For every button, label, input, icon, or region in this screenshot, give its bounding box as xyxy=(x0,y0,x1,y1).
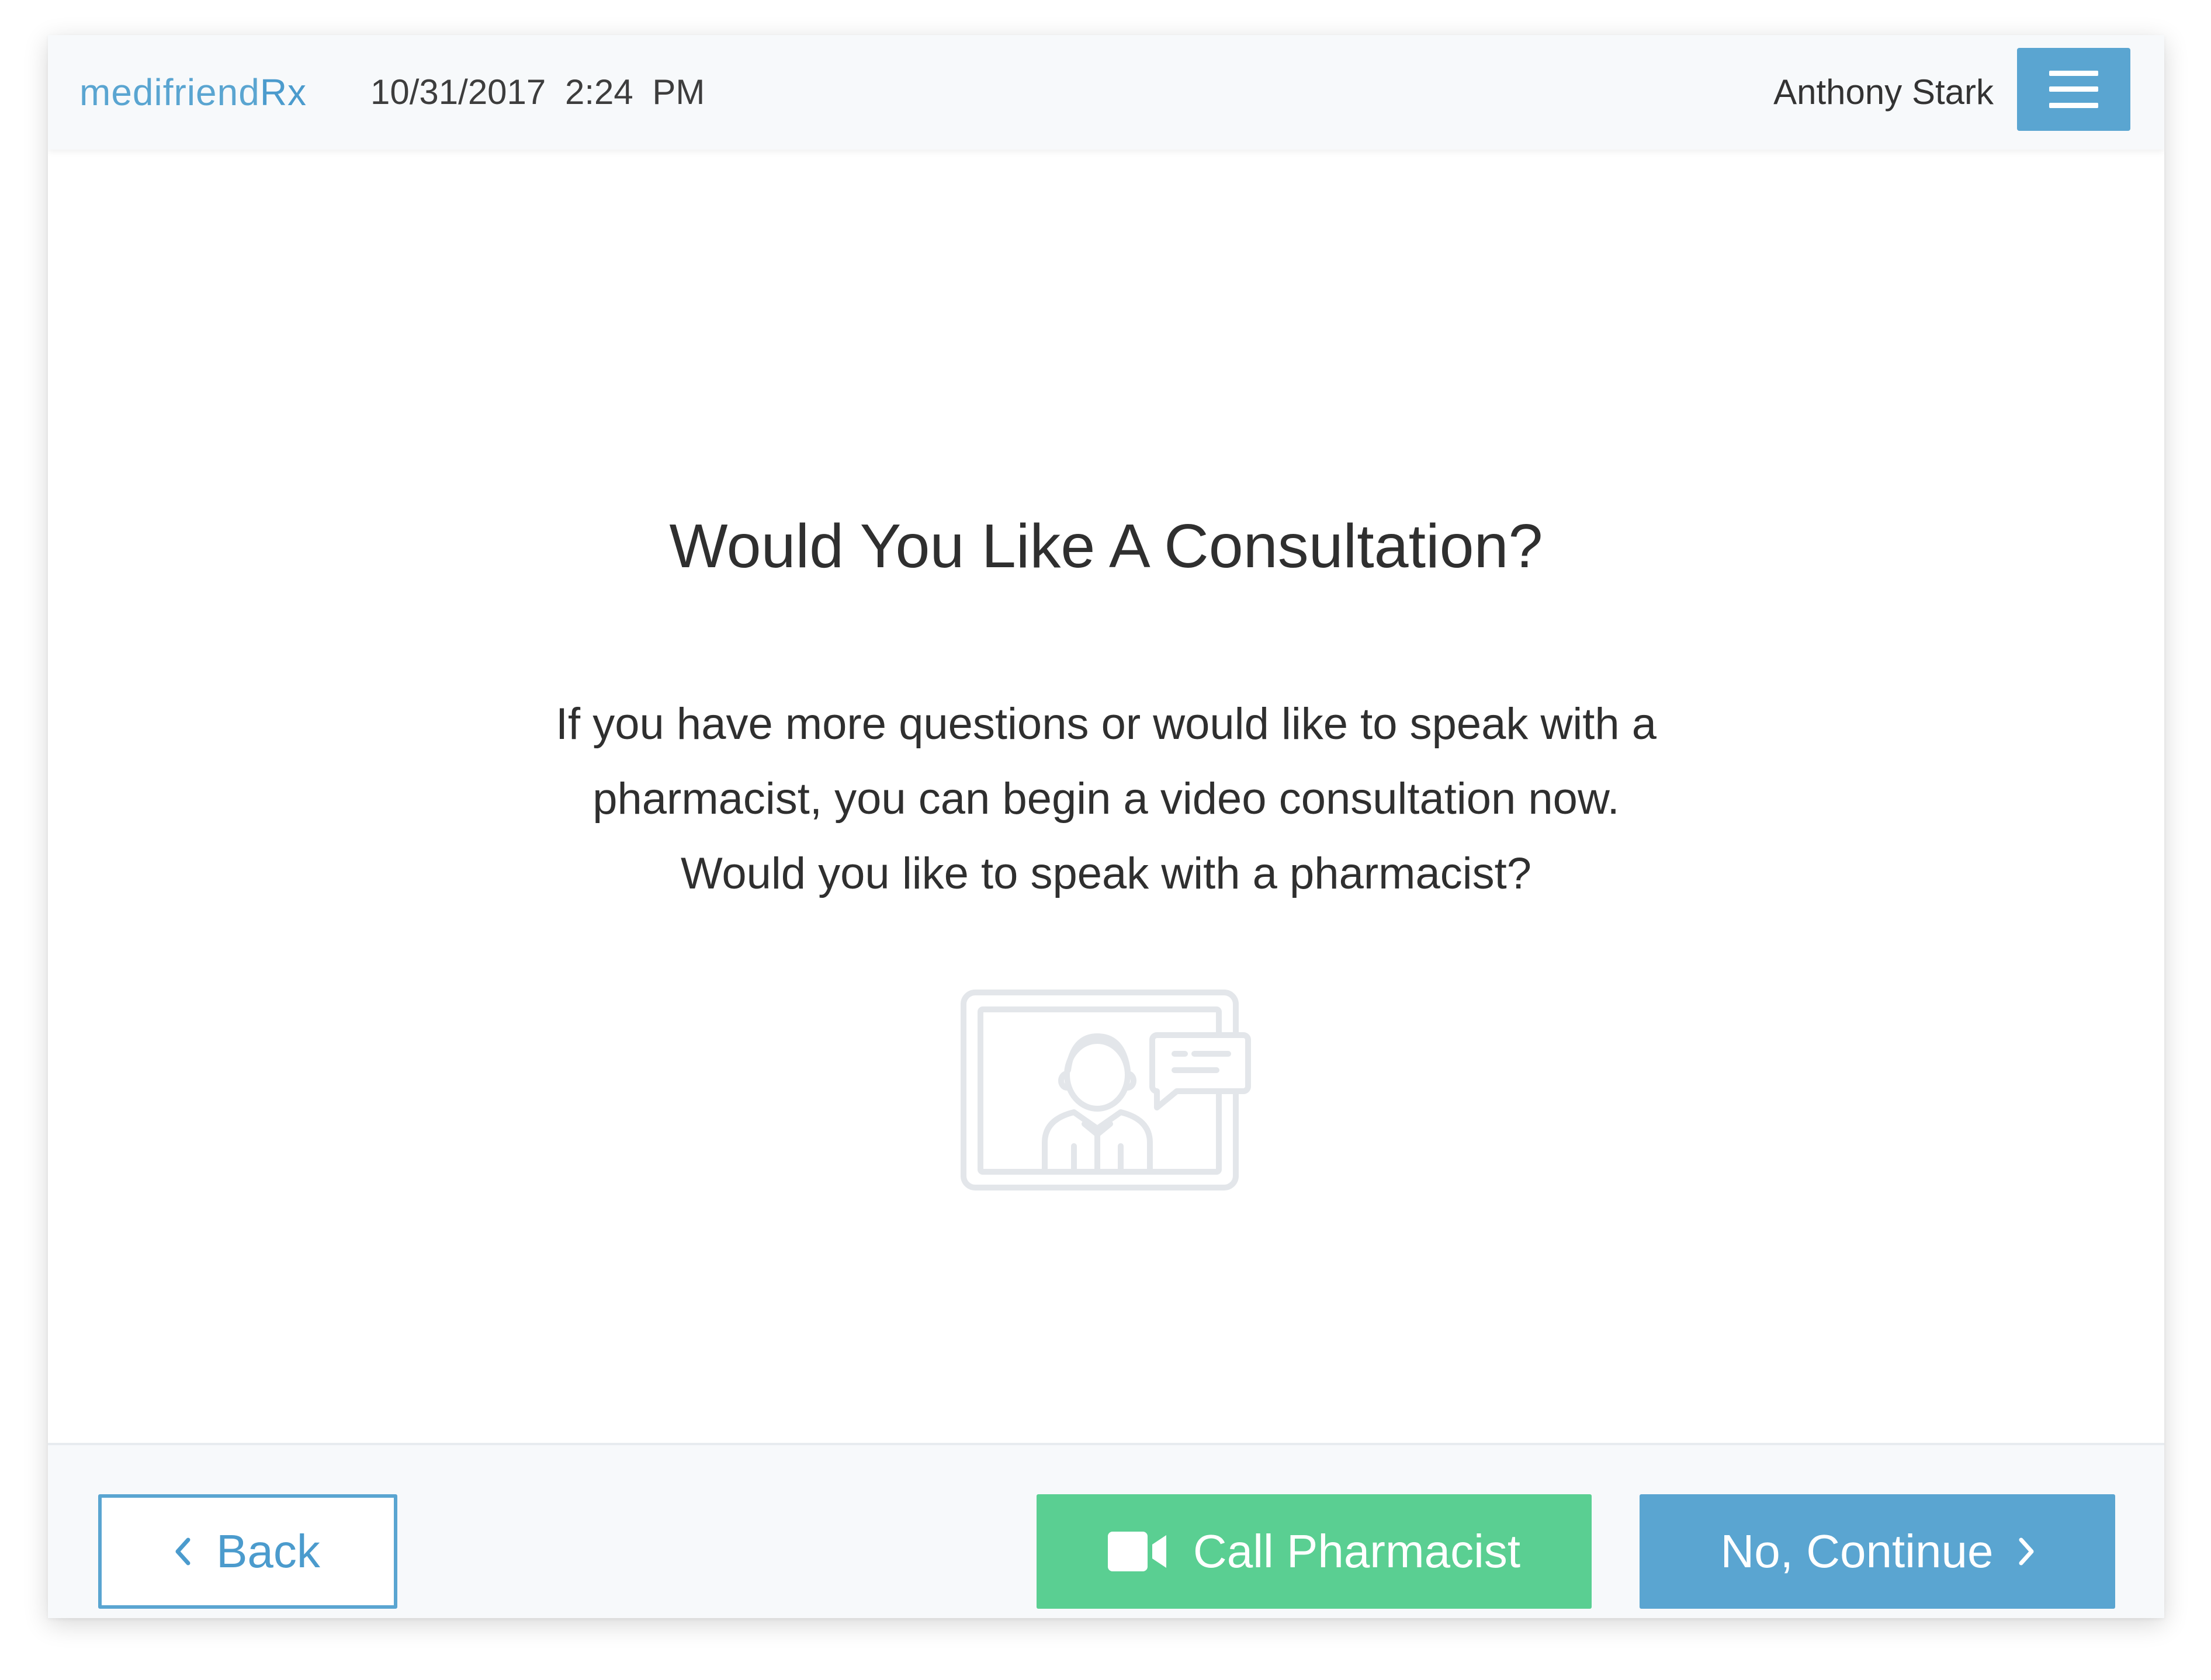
app-logo: medifriendRx xyxy=(79,69,307,116)
menu-button[interactable] xyxy=(2017,48,2130,131)
hamburger-menu-icon xyxy=(2049,71,2098,108)
app-window: medifriendRx 10/31/2017 2:24 PM Anthony … xyxy=(48,35,2164,1618)
page-title: Would You Like A Consultation? xyxy=(669,512,1543,581)
header-bar: medifriendRx 10/31/2017 2:24 PM Anthony … xyxy=(48,35,2164,150)
logo-rx-text: Rx xyxy=(259,71,307,113)
logo-light-text: medifriend xyxy=(79,71,260,113)
back-button[interactable]: Back xyxy=(98,1494,397,1609)
call-pharmacist-button[interactable]: Call Pharmacist xyxy=(1037,1494,1592,1609)
call-pharmacist-label: Call Pharmacist xyxy=(1193,1525,1521,1577)
no-continue-label: No, Continue xyxy=(1720,1525,1994,1577)
no-continue-button[interactable]: No, Continue xyxy=(1640,1494,2115,1609)
current-datetime: 10/31/2017 2:24 PM xyxy=(370,72,705,112)
footer-bar: Back Call Pharmacist No, Continue xyxy=(48,1443,2164,1618)
chevron-left-icon xyxy=(175,1537,190,1566)
main-content: Would You Like A Consultation? If you ha… xyxy=(48,150,2164,1443)
user-name: Anthony Stark xyxy=(1773,72,1994,112)
consultation-description: If you have more questions or would like… xyxy=(555,699,1657,898)
chevron-right-icon xyxy=(2019,1537,2034,1566)
back-button-label: Back xyxy=(216,1525,320,1577)
video-consultation-pharmacist-icon xyxy=(961,990,1251,1190)
video-camera-icon xyxy=(1107,1532,1167,1571)
